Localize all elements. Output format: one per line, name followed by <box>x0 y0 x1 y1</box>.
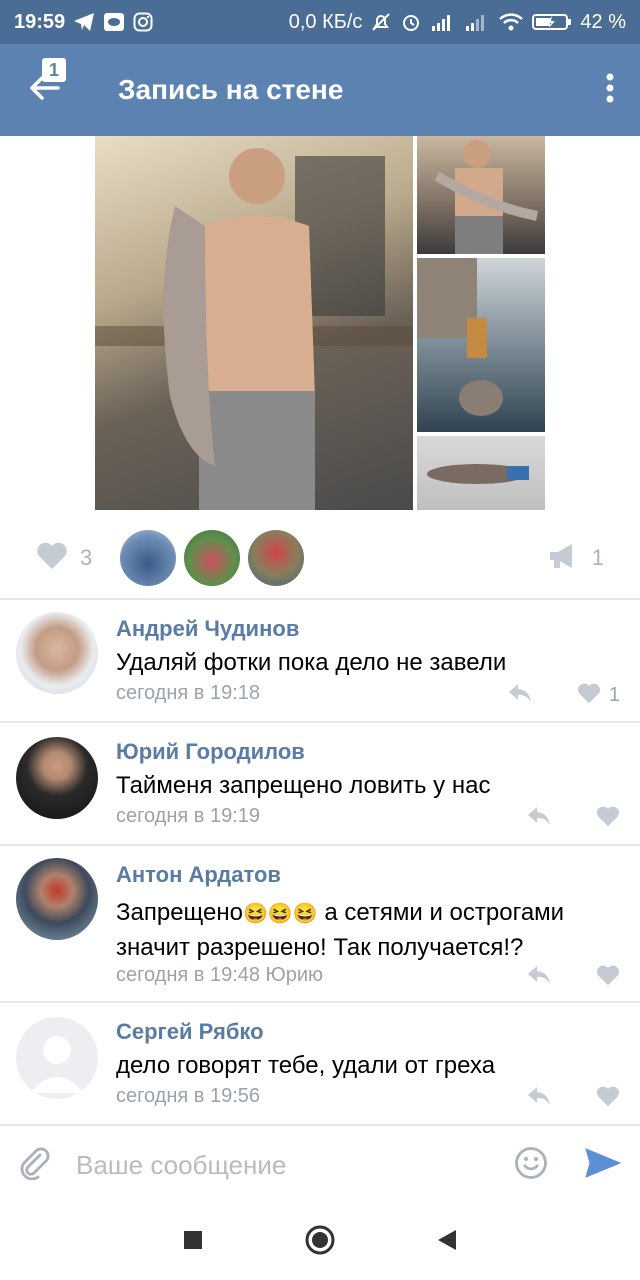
status-time: 19:59 <box>14 10 66 33</box>
avatar[interactable] <box>16 1017 98 1099</box>
page-title: Запись на стене <box>118 74 344 105</box>
mute-icon <box>370 12 392 32</box>
triangle-back-icon <box>436 1229 458 1256</box>
share-button[interactable]: 1 <box>548 542 604 575</box>
avatar <box>248 530 305 586</box>
comment-text: Тайменя запрещено ловить у нас <box>116 772 491 799</box>
comment-text-part: Запрещено <box>116 899 243 926</box>
network-speed: 0,0 КБ/с <box>288 10 363 33</box>
comment-text: Удаляй фотки пока дело не завели <box>116 649 507 676</box>
like-count: 3 <box>80 545 93 570</box>
back-button[interactable]: 1 <box>0 44 90 136</box>
post-reactions: 3 1 <box>0 518 640 598</box>
reply-icon[interactable] <box>507 682 533 709</box>
comment-text: Запрещено😆😆😆 а сетями и острогами значит … <box>116 896 626 965</box>
toolbar: 1 Запись на стене <box>0 44 640 136</box>
telegram-icon <box>73 12 95 32</box>
reply-icon[interactable] <box>526 964 552 991</box>
heart-icon <box>36 542 68 575</box>
more-vertical-icon <box>605 73 615 108</box>
like-button[interactable]: 3 <box>36 542 92 575</box>
emoji: 😆😆😆 <box>242 903 318 925</box>
photo-3[interactable] <box>417 258 545 432</box>
heart-icon <box>596 965 620 990</box>
send-button[interactable] <box>584 1147 622 1184</box>
circle-home-icon <box>304 1225 336 1260</box>
reply-icon[interactable] <box>526 1085 552 1112</box>
send-icon <box>584 1147 622 1183</box>
comment-time: сегодня в 19:18 <box>116 682 260 704</box>
message-input[interactable] <box>76 1149 476 1181</box>
share-count: 1 <box>591 545 604 570</box>
heart-icon <box>596 1086 620 1111</box>
battery-percent: 42 % <box>580 10 626 33</box>
counter-badge: 1 <box>42 58 66 82</box>
avatar[interactable] <box>16 858 98 940</box>
alarm-icon <box>400 12 422 32</box>
comment[interactable]: Юрий Городилов Тайменя запрещено ловить … <box>0 723 640 843</box>
attach-button[interactable] <box>18 1146 52 1185</box>
message-composer <box>0 1126 640 1204</box>
more-button[interactable] <box>580 44 640 136</box>
comment-text: дело говорят тебе, удали от греха <box>116 1052 496 1079</box>
signal-2-icon <box>464 12 490 32</box>
comment-author[interactable]: Андрей Чудинов <box>116 616 299 642</box>
megaphone-icon <box>548 542 580 575</box>
comment[interactable]: Андрей Чудинов Удаляй фотки пока дело не… <box>0 600 640 720</box>
comment-like-button[interactable] <box>596 1086 620 1112</box>
comment-author[interactable]: Юрий Городилов <box>116 739 305 765</box>
comment[interactable]: Сергей Рябко дело говорят тебе, удали от… <box>0 1003 640 1123</box>
reply-icon[interactable] <box>526 805 552 832</box>
comment-time: сегодня в 19:19 <box>116 805 260 827</box>
nav-back-button[interactable] <box>436 1228 458 1257</box>
comment[interactable]: Антон Ардатов Запрещено😆😆😆 а сетями и ос… <box>0 846 640 1000</box>
avatar <box>120 530 177 586</box>
comment-time: сегодня в 19:48 Юрию <box>116 964 324 986</box>
photo-main[interactable] <box>95 136 413 510</box>
wifi-icon <box>498 12 524 32</box>
comment-text-part: а сетями и острогами <box>317 899 565 926</box>
comment-like-button[interactable] <box>596 965 620 991</box>
app-root: 19:59 0,0 КБ/с 42 % 1 Запись на стене 3 … <box>0 0 640 1280</box>
smiley-icon <box>514 1146 548 1184</box>
paperclip-icon <box>18 1147 52 1184</box>
photo-grid <box>95 136 545 510</box>
comment-author[interactable]: Антон Ардатов <box>116 862 281 888</box>
avatar <box>184 530 241 586</box>
comment-like-count: 1 <box>608 684 620 706</box>
signal-icon <box>430 12 456 32</box>
status-bar: 19:59 0,0 КБ/с 42 % <box>0 0 640 44</box>
comment-text-part: значит разрешено! Так получается!? <box>116 934 524 961</box>
likers-avatars[interactable] <box>120 530 305 586</box>
photo-4[interactable] <box>417 436 545 510</box>
system-nav-bar <box>0 1204 640 1280</box>
heart-icon <box>596 806 620 831</box>
emoji-button[interactable] <box>514 1146 548 1185</box>
avatar[interactable] <box>16 737 98 819</box>
avatar[interactable] <box>16 612 98 694</box>
instagram-icon <box>133 12 153 32</box>
square-icon <box>182 1230 204 1255</box>
recents-button[interactable] <box>182 1229 204 1256</box>
comment-like-button[interactable]: 1 <box>577 683 620 709</box>
home-button[interactable] <box>304 1224 336 1261</box>
photo-2[interactable] <box>417 136 545 254</box>
comment-author[interactable]: Сергей Рябко <box>116 1019 264 1045</box>
heart-icon <box>577 683 601 709</box>
comment-time: сегодня в 19:56 <box>116 1085 260 1107</box>
battery-icon <box>532 12 572 32</box>
app-notification-icon <box>103 12 125 32</box>
comment-like-button[interactable] <box>596 806 620 832</box>
